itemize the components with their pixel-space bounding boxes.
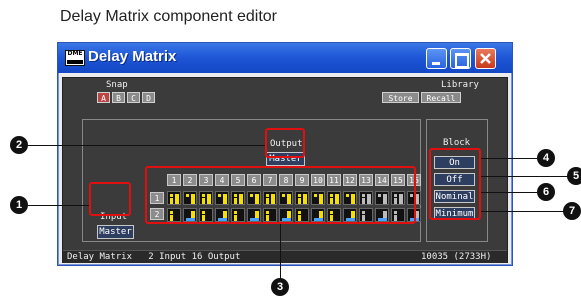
callout-2: 2: [10, 136, 28, 154]
library-store-button[interactable]: Store: [382, 92, 419, 103]
callout-4: 4: [537, 149, 555, 167]
callout-7: 7: [563, 202, 581, 220]
callout-line-1: [28, 205, 89, 206]
input-master-button[interactable]: Master: [97, 225, 134, 239]
close-button[interactable]: [475, 48, 496, 69]
callout-6: 6: [537, 183, 555, 201]
title-bar[interactable]: DME Delay Matrix: [58, 43, 512, 73]
snap-button-d[interactable]: D: [142, 92, 155, 103]
library-recall-button[interactable]: Recall: [421, 92, 461, 103]
callout-line-2: [28, 145, 265, 146]
callout-line-4: [481, 158, 537, 159]
callout-line-7: [481, 211, 566, 212]
highlight-block: [429, 148, 481, 220]
maximize-icon: [455, 53, 469, 68]
callout-line-6: [481, 192, 537, 193]
highlight-input: [89, 182, 131, 216]
callout-3: 3: [271, 278, 289, 296]
block-label: Block: [443, 138, 471, 148]
status-description: Delay Matrix 2 Input 16 Output: [67, 252, 241, 262]
library-label: Library: [441, 80, 479, 90]
status-address: 10035 (2733H): [421, 252, 492, 262]
maximize-button[interactable]: [450, 48, 471, 69]
app-chip-icon: DME: [65, 50, 85, 66]
window-title: Delay Matrix: [88, 48, 177, 65]
snap-label: Snap: [106, 80, 128, 90]
snap-button-b[interactable]: B: [112, 92, 125, 103]
minimize-button[interactable]: [426, 48, 447, 69]
highlight-output: [265, 128, 305, 158]
callout-5: 5: [567, 167, 581, 185]
caption: Delay Matrix component editor: [60, 8, 277, 25]
close-icon: [480, 53, 491, 64]
callout-line-3: [280, 224, 281, 278]
snap-button-c[interactable]: C: [127, 92, 140, 103]
callout-line-5: [481, 176, 569, 177]
minimize-icon: [432, 62, 440, 65]
status-bar: Delay Matrix 2 Input 16 Output 10035 (27…: [63, 250, 507, 263]
highlight-matrix: [145, 166, 416, 224]
snap-button-a[interactable]: A: [97, 92, 110, 103]
callout-1: 1: [10, 196, 28, 214]
